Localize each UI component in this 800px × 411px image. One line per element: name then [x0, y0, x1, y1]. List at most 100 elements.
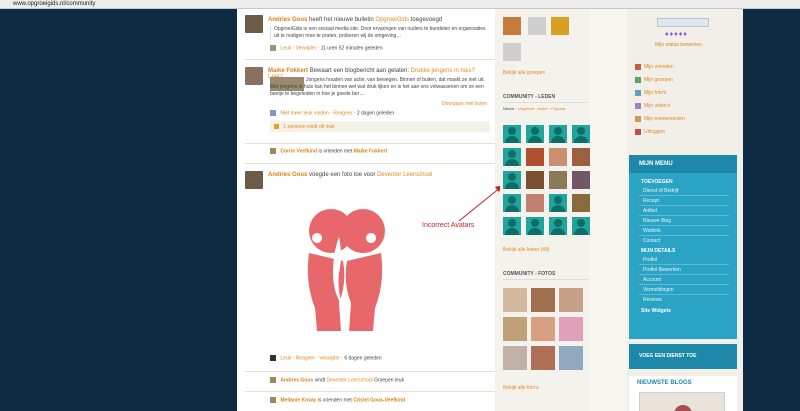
menu-item-article[interactable]: Artikel: [643, 208, 657, 214]
my-photos-link[interactable]: Mijn foto's: [644, 90, 666, 96]
divider: [245, 391, 495, 392]
member-avatar[interactable]: [549, 194, 567, 212]
divider: [503, 102, 589, 103]
member-avatar[interactable]: [526, 125, 544, 143]
menu-item-recipe[interactable]: Recept: [643, 198, 659, 204]
community-photo[interactable]: [503, 346, 527, 370]
user-link[interactable]: Corrie Veefkind: [280, 148, 317, 154]
member-avatar[interactable]: [503, 217, 521, 235]
menu-item-weblink[interactable]: Weblink: [643, 228, 661, 234]
drop-icons: ♦♦♦♦♦: [665, 31, 688, 38]
notification-counters[interactable]: [657, 18, 709, 27]
likes-count-link[interactable]: 1 persoon vindt dit leuk: [283, 124, 334, 130]
delete-link[interactable]: Verwijder: [296, 45, 317, 51]
my-videos-link[interactable]: Mijn video's: [644, 103, 670, 109]
unlike-link[interactable]: Niet meer leuk vinden: [280, 110, 328, 116]
member-avatar[interactable]: [503, 171, 521, 189]
group-thumbnail[interactable]: [528, 17, 546, 35]
read-more-link[interactable]: Doorgaan met lezen: [442, 101, 487, 107]
community-photo[interactable]: [503, 288, 527, 312]
member-avatar[interactable]: [549, 171, 567, 189]
feed-item-friendship: Mellanie Kovac is vrienden met Cristel G…: [270, 397, 405, 403]
like-link[interactable]: Leuk: [280, 355, 291, 361]
community-photo[interactable]: [559, 288, 583, 312]
comment-icon: [270, 45, 276, 51]
reply-link[interactable]: Reageer: [296, 355, 315, 361]
member-avatar[interactable]: [572, 194, 590, 212]
member-avatar[interactable]: [526, 194, 544, 212]
user-link[interactable]: Andries Gous: [268, 172, 307, 178]
menu-item-listings[interactable]: Vermeldingen: [643, 287, 674, 293]
timestamp: 2 dagen geleden: [356, 110, 395, 117]
my-groups-link[interactable]: Mijn groepen: [644, 77, 673, 83]
all-members-link[interactable]: Bekijk alle leden (49): [503, 247, 549, 253]
like-link[interactable]: Leuk: [280, 45, 291, 51]
address-bar[interactable]: www.opgroeigids.nl/community: [0, 0, 800, 9]
all-photos-link[interactable]: Bekijk alle foto's: [503, 385, 539, 391]
member-avatar[interactable]: [526, 148, 544, 166]
member-avatar[interactable]: [549, 217, 567, 235]
all-groups-link[interactable]: Bekijk alle groepen: [503, 70, 545, 76]
community-photo[interactable]: [559, 317, 583, 341]
blog-preview[interactable]: [639, 392, 725, 411]
target-link[interactable]: Deventer Leerschool: [377, 172, 432, 178]
menu-item-account[interactable]: Account: [643, 277, 661, 283]
url-text[interactable]: www.opgroeigids.nl/community: [13, 1, 95, 7]
avatar[interactable]: [245, 171, 263, 189]
add-service-button[interactable]: VOEG EEN DIENST TOE: [629, 344, 737, 369]
my-friends-link[interactable]: Mijn vrienden: [644, 64, 674, 70]
menu-item-edit-profile[interactable]: Profiel Bewerken: [643, 267, 681, 273]
group-thumbnail[interactable]: [503, 17, 521, 35]
member-avatar[interactable]: [503, 148, 521, 166]
member-avatar[interactable]: [572, 148, 590, 166]
divider: [245, 143, 495, 144]
my-menu: MIJN MENU TOEVOEGEN Dienst of Bedrijf Re…: [629, 155, 737, 339]
divider: [503, 279, 589, 280]
avatar[interactable]: [245, 67, 263, 85]
menu-item-reviews[interactable]: Reviews: [643, 297, 662, 303]
edit-status-link[interactable]: Mijn status bewerken: [655, 42, 702, 48]
community-photo[interactable]: [559, 346, 583, 370]
member-avatar[interactable]: [572, 217, 590, 235]
community-photo[interactable]: [531, 317, 555, 341]
target-link[interactable]: Deventer Leerschool: [327, 377, 373, 383]
member-avatar[interactable]: [526, 171, 544, 189]
member-avatar[interactable]: [572, 171, 590, 189]
menu-item-service[interactable]: Dienst of Bedrijf: [643, 188, 678, 194]
avatar[interactable]: [245, 15, 263, 33]
menu-item-profile[interactable]: Profiel: [643, 257, 657, 263]
user-link[interactable]: Andries Gous: [268, 17, 307, 23]
group-thumbnail[interactable]: [503, 43, 521, 61]
videos-icon: [635, 102, 641, 109]
member-avatar[interactable]: [503, 125, 521, 143]
community-photo[interactable]: [503, 317, 527, 341]
member-avatar[interactable]: [549, 125, 567, 143]
menu-item-new-blog[interactable]: Nieuwe Blog: [643, 218, 671, 224]
user-link[interactable]: Andries Gous: [280, 377, 313, 383]
feed-item-header: Andries Gous heeft het nieuwe bulletin O…: [268, 17, 443, 23]
uploaded-photo[interactable]: [295, 203, 395, 333]
member-avatar[interactable]: [572, 125, 590, 143]
community-photo[interactable]: [531, 346, 555, 370]
feed-item-actions: Leuk · Reageer · Verwijder · 6 dagen gel…: [270, 355, 382, 361]
community-photo[interactable]: [531, 288, 555, 312]
my-menu-header: MIJN MENU: [629, 155, 737, 173]
target-link[interactable]: OpgroeiGids: [375, 17, 409, 23]
delete-link[interactable]: Verwijder: [319, 355, 340, 361]
member-avatar[interactable]: [549, 148, 567, 166]
menu-item-site-widgets[interactable]: Site Widgets: [641, 308, 671, 314]
target-link[interactable]: Cristel Gous-Veefkind: [353, 397, 405, 403]
reply-link[interactable]: Reageer: [333, 110, 352, 116]
member-avatar[interactable]: [526, 217, 544, 235]
my-events-link[interactable]: Mijn evenementen: [644, 116, 685, 122]
likes-box: 1 persoon vindt dit leuk: [270, 121, 490, 132]
logout-link[interactable]: Uitloggen: [644, 129, 665, 135]
logout-icon: [635, 128, 641, 135]
friends-icon: [270, 397, 276, 403]
menu-item-contact[interactable]: Contact: [643, 238, 660, 244]
group-thumbnail[interactable]: [551, 17, 569, 35]
user-link[interactable]: Mellanie Kovac: [280, 397, 316, 403]
member-avatar[interactable]: [503, 194, 521, 212]
friends-icon: [270, 148, 276, 154]
target-link[interactable]: Maike Fokkert: [354, 148, 387, 154]
